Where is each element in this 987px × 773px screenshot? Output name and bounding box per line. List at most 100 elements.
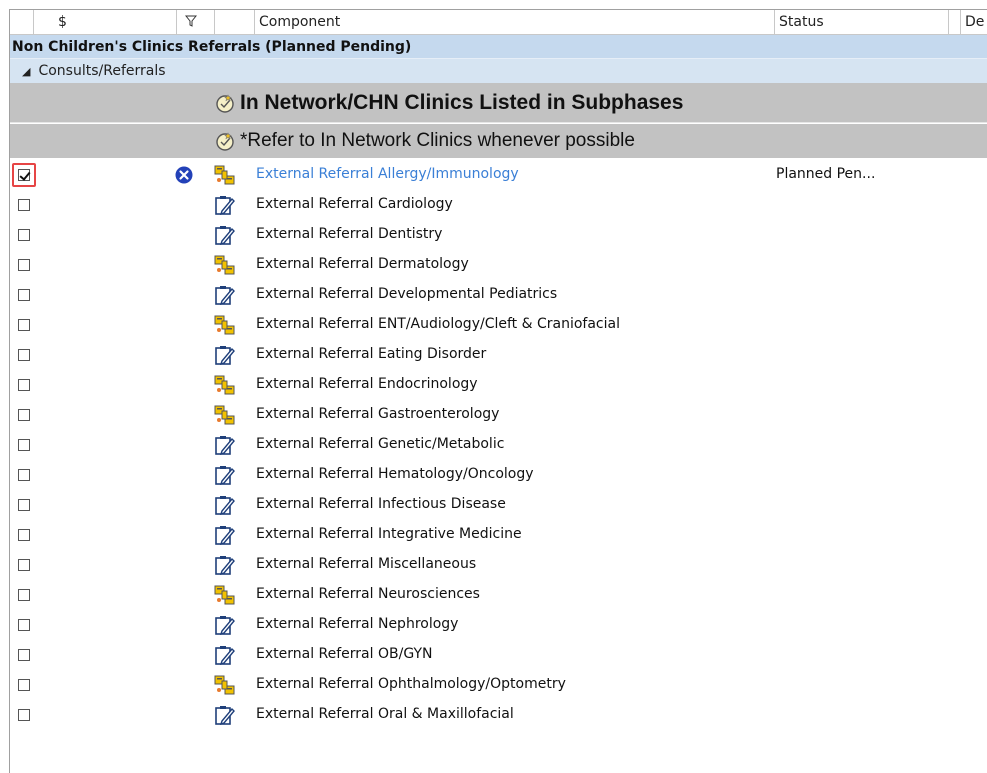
row-checkbox[interactable] [18, 679, 30, 691]
row-label[interactable]: External Referral Nephrology [256, 609, 458, 639]
component-column-label: Component [259, 14, 341, 30]
order-row[interactable]: External Referral Allergy/Immunology Plan… [10, 159, 987, 189]
row-checkbox[interactable] [18, 409, 30, 421]
order-row[interactable]: External Referral Genetic/Metabolic [10, 429, 987, 459]
details-column-header[interactable]: De [961, 10, 987, 34]
order-pencil-icon [215, 646, 235, 665]
order-row[interactable]: External Referral Neurosciences [10, 579, 987, 609]
row-label[interactable]: External Referral Neurosciences [256, 579, 480, 609]
row-label[interactable]: External Referral Allergy/Immunology [256, 159, 519, 189]
order-row[interactable]: External Referral Infectious Disease [10, 489, 987, 519]
filter-icon [185, 15, 197, 27]
row-label[interactable]: External Referral Dentistry [256, 219, 442, 249]
order-pencil-icon [215, 286, 235, 305]
row-checkbox[interactable] [18, 229, 30, 241]
filter-column-header[interactable] [177, 10, 215, 34]
careset-icon [214, 165, 235, 185]
subsection-header[interactable]: ◢ Consults/Referrals [10, 59, 987, 83]
order-row[interactable]: External Referral Ophthalmology/Optometr… [10, 669, 987, 699]
collapse-triangle-icon[interactable]: ◢ [22, 60, 30, 83]
remove-order-icon[interactable] [175, 166, 193, 184]
details-column-label: De [965, 14, 985, 30]
component-column-header[interactable]: Component [255, 10, 775, 34]
order-row[interactable]: External Referral Nephrology [10, 609, 987, 639]
order-row[interactable]: External Referral Dermatology [10, 249, 987, 279]
row-label[interactable]: External Referral Cardiology [256, 189, 453, 219]
row-label[interactable]: External Referral Eating Disorder [256, 339, 486, 369]
order-pencil-icon [215, 196, 235, 215]
order-row[interactable]: External Referral Oral & Maxillofacial [10, 699, 987, 729]
order-row[interactable]: External Referral Miscellaneous [10, 549, 987, 579]
note-text: *Refer to In Network Clinics whenever po… [240, 130, 635, 151]
row-checkbox[interactable] [18, 349, 30, 361]
row-label[interactable]: External Referral Dermatology [256, 249, 469, 279]
cost-column-header[interactable]: $ [34, 10, 177, 34]
row-checkbox[interactable] [18, 589, 30, 601]
order-pencil-icon [215, 226, 235, 245]
order-row[interactable]: External Referral Integrative Medicine [10, 519, 987, 549]
order-pencil-icon [215, 466, 235, 485]
careset-icon [214, 405, 235, 425]
row-checkbox[interactable] [18, 469, 30, 481]
note-row: In Network/CHN Clinics Listed in Subphas… [10, 83, 987, 123]
careset-icon [214, 675, 235, 695]
row-label[interactable]: External Referral Endocrinology [256, 369, 478, 399]
row-label[interactable]: External Referral ENT/Audiology/Cleft & … [256, 309, 620, 339]
row-label[interactable]: External Referral OB/GYN [256, 639, 433, 669]
order-row[interactable]: External Referral ENT/Audiology/Cleft & … [10, 309, 987, 339]
careset-icon [214, 255, 235, 275]
order-pencil-icon [215, 496, 235, 515]
grid-header: $ Component Status De [10, 10, 987, 35]
order-pencil-icon [215, 556, 235, 575]
order-pencil-icon [215, 616, 235, 635]
order-pencil-icon [215, 526, 235, 545]
order-grid: $ Component Status De Non Children's Cli… [9, 9, 987, 773]
status-column-header[interactable]: Status [775, 10, 949, 34]
row-label[interactable]: External Referral Miscellaneous [256, 549, 476, 579]
order-row[interactable]: External Referral Eating Disorder [10, 339, 987, 369]
order-row[interactable]: External Referral Hematology/Oncology [10, 459, 987, 489]
order-row[interactable]: External Referral Endocrinology [10, 369, 987, 399]
cost-column-label: $ [58, 14, 67, 30]
row-label[interactable]: External Referral Ophthalmology/Optometr… [256, 669, 566, 699]
row-checkbox[interactable] [18, 709, 30, 721]
subsection-label: Consults/Referrals [38, 63, 166, 79]
row-checkbox[interactable] [18, 379, 30, 391]
row-checkbox[interactable] [18, 619, 30, 631]
divider-column-header[interactable] [949, 10, 961, 34]
row-checkbox[interactable] [18, 199, 30, 211]
order-row[interactable]: External Referral Developmental Pediatri… [10, 279, 987, 309]
row-checkbox[interactable] [18, 499, 30, 511]
careset-icon [214, 315, 235, 335]
row-checkbox[interactable] [18, 649, 30, 661]
row-label[interactable]: External Referral Gastroenterology [256, 399, 499, 429]
order-row[interactable]: External Referral OB/GYN [10, 639, 987, 669]
row-checkbox[interactable] [18, 529, 30, 541]
order-row[interactable]: External Referral Dentistry [10, 219, 987, 249]
note-star-icon [216, 132, 234, 151]
row-label[interactable]: External Referral Developmental Pediatri… [256, 279, 557, 309]
order-pencil-icon [215, 706, 235, 725]
row-label[interactable]: External Referral Integrative Medicine [256, 519, 522, 549]
phase-header[interactable]: Non Children's Clinics Referrals (Planne… [10, 35, 987, 59]
row-checkbox[interactable] [18, 289, 30, 301]
note-star-icon [216, 93, 234, 113]
row-label[interactable]: External Referral Oral & Maxillofacial [256, 699, 514, 729]
careset-icon [214, 585, 235, 605]
row-label[interactable]: External Referral Hematology/Oncology [256, 459, 534, 489]
order-row[interactable]: External Referral Cardiology [10, 189, 987, 219]
row-checkbox[interactable] [18, 319, 30, 331]
order-pencil-icon [215, 346, 235, 365]
status-column-label: Status [779, 14, 824, 30]
row-checkbox[interactable] [18, 259, 30, 271]
order-row[interactable]: External Referral Gastroenterology [10, 399, 987, 429]
row-checkbox[interactable] [18, 559, 30, 571]
note-row: *Refer to In Network Clinics whenever po… [10, 124, 987, 158]
row-checkbox[interactable] [18, 169, 30, 181]
row-checkbox[interactable] [18, 439, 30, 451]
icon-column-header[interactable] [215, 10, 255, 34]
note-text: In Network/CHN Clinics Listed in Subphas… [240, 90, 684, 114]
row-label[interactable]: External Referral Infectious Disease [256, 489, 506, 519]
row-label[interactable]: External Referral Genetic/Metabolic [256, 429, 504, 459]
checkbox-column-header[interactable] [10, 10, 34, 34]
